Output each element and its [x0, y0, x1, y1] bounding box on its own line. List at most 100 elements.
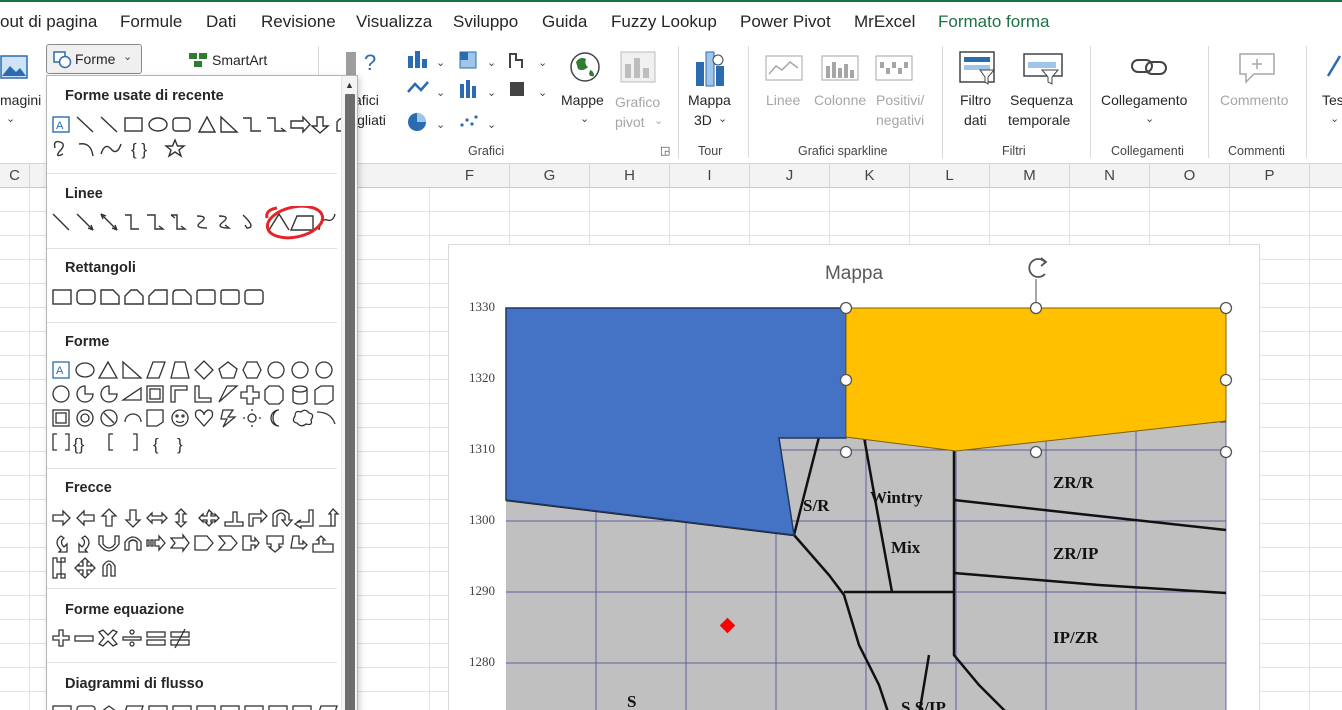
- shapes-recent-row[interactable]: A { }: [51, 114, 341, 164]
- tab-layout-pagina[interactable]: out di pagina: [0, 12, 97, 32]
- tab-sviluppo[interactable]: Sviluppo: [453, 12, 518, 32]
- timeline-label-2[interactable]: temporale: [1008, 110, 1070, 130]
- sparkline-columns-label: Colonne: [814, 92, 867, 108]
- shapes-arrows-grid[interactable]: [51, 508, 341, 580]
- timeline-icon[interactable]: [1022, 52, 1066, 86]
- column-header[interactable]: M: [990, 164, 1070, 188]
- recommended-charts-icon[interactable]: ?: [344, 48, 384, 78]
- group-tour-label: Tour: [698, 144, 723, 158]
- shapes-button-label: Forme: [75, 51, 116, 67]
- map-3d-icon[interactable]: [692, 48, 732, 88]
- tab-formato-forma[interactable]: Formato forma: [938, 12, 1049, 32]
- smartart-button[interactable]: SmartArt: [212, 50, 267, 70]
- section-flowchart: Diagrammi di flusso: [65, 676, 204, 692]
- section-equation: Forme equazione: [65, 602, 185, 618]
- svg-text:A: A: [56, 365, 64, 377]
- tab-mrexcel[interactable]: MrExcel: [854, 12, 915, 32]
- comment-icon: [1239, 53, 1275, 84]
- group-commenti-label: Commenti: [1228, 144, 1285, 158]
- column-header[interactable]: J: [750, 164, 830, 188]
- svg-text:⌄: ⌄: [436, 118, 445, 131]
- svg-text:⌄: ⌄: [487, 86, 496, 99]
- dialog-launcher-icon[interactable]: ◲: [660, 144, 670, 157]
- tab-revisione[interactable]: Revisione: [261, 12, 336, 32]
- map-chart[interactable]: Mappa 1330 1320 1310 1300 1290 1280 S/R …: [448, 244, 1260, 710]
- scrollbar-thumb[interactable]: [345, 94, 355, 710]
- text-label[interactable]: Tes: [1322, 90, 1342, 110]
- tab-guida[interactable]: Guida: [542, 12, 587, 32]
- excel-window: out di pagina Formule Dati Revisione Vis…: [0, 0, 1342, 710]
- section-lines: Linee: [65, 186, 103, 202]
- region-label-zrip: ZR/IP: [1053, 544, 1098, 563]
- map-3d-label-2[interactable]: 3D: [694, 110, 712, 130]
- tab-visualizza[interactable]: Visualizza: [356, 12, 432, 32]
- tab-power-pivot[interactable]: Power Pivot: [740, 12, 831, 32]
- column-header[interactable]: G: [510, 164, 590, 188]
- comment-label: Commento: [1220, 92, 1289, 108]
- sparkline-icons: [765, 55, 913, 81]
- shapes-icon: [53, 51, 72, 69]
- images-icon[interactable]: [0, 54, 30, 82]
- sparkline-lines-label: Linee: [766, 92, 801, 108]
- map-3d-label-1[interactable]: Mappa: [688, 90, 731, 110]
- shapes-lines-row[interactable]: [51, 206, 341, 240]
- column-header[interactable]: C: [0, 164, 30, 188]
- sparkline-winloss-label-2: negativi: [876, 112, 925, 128]
- svg-text:⌄: ⌄: [538, 86, 547, 99]
- shapes-gallery: Forme usate di recente A { } Linee Retta…: [46, 75, 358, 710]
- maps-label[interactable]: Mappe: [561, 90, 604, 110]
- link-icon[interactable]: [1130, 52, 1170, 82]
- svg-text:{: {: [153, 435, 159, 454]
- tab-formule[interactable]: Formule: [120, 12, 182, 32]
- tab-fuzzy-lookup[interactable]: Fuzzy Lookup: [611, 12, 717, 32]
- column-header[interactable]: P: [1230, 164, 1310, 188]
- svg-text:}: }: [177, 435, 183, 454]
- rotate-handle-icon[interactable]: [1028, 257, 1048, 278]
- column-header[interactable]: O: [1150, 164, 1230, 188]
- region-label-wintry: Wintry: [870, 488, 923, 507]
- scroll-up-icon[interactable]: ▲: [345, 80, 354, 90]
- group-filtri-label: Filtri: [1002, 144, 1026, 158]
- group-sparkline-label: Grafici sparkline: [798, 144, 888, 158]
- group-grafici-label: Grafici: [468, 144, 505, 158]
- sparkline-winloss-label-1: Positivi/: [876, 92, 925, 108]
- region-label-ssip: S S/IP: [901, 698, 946, 710]
- slicer-icon[interactable]: [958, 50, 998, 86]
- chart-type-icons[interactable]: ⌄ ⌄ ⌄ ⌄ ⌄ ⌄ ⌄ ⌄: [406, 48, 556, 138]
- column-header[interactable]: I: [670, 164, 750, 188]
- svg-text:⌄: ⌄: [487, 118, 496, 131]
- link-label[interactable]: Collegamento: [1101, 90, 1187, 110]
- section-recent: Forme usate di recente: [65, 88, 224, 104]
- globe-icon[interactable]: [568, 50, 602, 84]
- column-header[interactable]: N: [1070, 164, 1150, 188]
- shapes-button[interactable]: Forme ⌄: [46, 44, 142, 74]
- images-label[interactable]: magini: [0, 90, 41, 110]
- column-header[interactable]: F: [430, 164, 510, 188]
- region-label-s: S: [627, 692, 636, 710]
- slicer-label-1[interactable]: Filtro: [960, 90, 991, 110]
- recommended-charts-label-2[interactable]: igliati: [354, 110, 386, 130]
- slicer-label-2[interactable]: dati: [964, 110, 987, 130]
- map-plot: S/R Wintry Mix ZR/R ZR/IP IP/ZR S S S/IP: [505, 257, 1233, 710]
- chevron-down-icon: ⌄: [6, 113, 16, 125]
- text-icon[interactable]: [1324, 52, 1342, 82]
- column-header[interactable]: L: [910, 164, 990, 188]
- shapes-rectangles-row[interactable]: [51, 288, 341, 308]
- svg-text:A: A: [56, 120, 64, 132]
- timeline-label-1[interactable]: Sequenza: [1010, 90, 1073, 110]
- ribbon-tabs: out di pagina Formule Dati Revisione Vis…: [0, 0, 1342, 40]
- column-header[interactable]: K: [830, 164, 910, 188]
- shapes-basic-grid[interactable]: A {} {}: [51, 360, 341, 460]
- tab-dati[interactable]: Dati: [206, 12, 236, 32]
- svg-text:{}: {}: [73, 435, 85, 454]
- svg-text:⌄: ⌄: [436, 56, 445, 69]
- column-header[interactable]: H: [590, 164, 670, 188]
- region-label-sr: S/R: [803, 496, 830, 515]
- shapes-equation-row[interactable]: [51, 628, 341, 652]
- svg-text:⌄: ⌄: [436, 86, 445, 99]
- region-label-zrr: ZR/R: [1053, 473, 1094, 492]
- section-rectangles: Rettangoli: [65, 260, 136, 276]
- region-label-ipzr: IP/ZR: [1053, 628, 1099, 647]
- gallery-scrollbar[interactable]: ▲: [341, 76, 357, 710]
- shapes-flowchart-row[interactable]: [51, 704, 341, 710]
